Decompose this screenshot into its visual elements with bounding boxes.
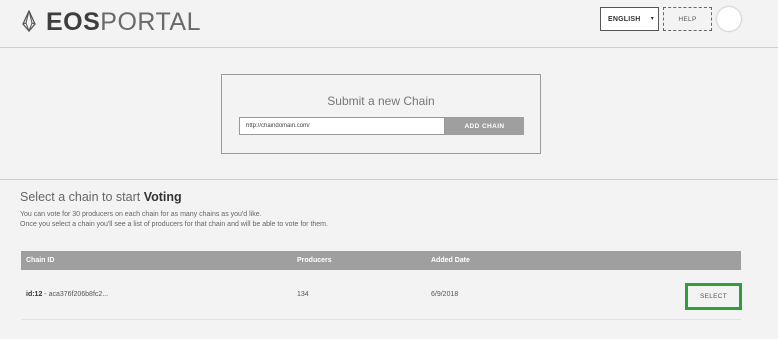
select-chain-heading-bold: Voting: [143, 190, 182, 204]
app-logo[interactable]: EOSPORTAL: [46, 8, 201, 36]
submit-chain-panel: Submit a new Chain ADD CHAIN: [221, 74, 541, 154]
added-date-cell: 6/9/2018: [431, 291, 459, 298]
producers-cell: 134: [297, 291, 309, 298]
select-chain-heading-text: Select a chain to start: [20, 190, 144, 204]
select-chain-description-2: Once you select a chain you'll see a lis…: [20, 221, 328, 228]
add-chain-button[interactable]: ADD CHAIN: [445, 117, 524, 135]
select-chain-description-1: You can vote for 30 producers on each ch…: [20, 211, 262, 218]
logo-text-bold: EOS: [46, 8, 101, 36]
chain-id-hash: - aca376f206b8fc2...: [42, 291, 109, 298]
avatar[interactable]: [717, 7, 741, 31]
chain-id-label: id:12: [26, 291, 43, 298]
table-row: id:12 - aca376f206b8fc2... 134 6/9/2018 …: [21, 270, 742, 320]
column-header-chain-id: Chain ID: [26, 257, 55, 264]
help-button[interactable]: HELP: [663, 7, 712, 31]
language-select-value: ENGLISH: [608, 15, 641, 23]
chain-url-input[interactable]: [239, 117, 445, 135]
column-header-added-date: Added Date: [431, 257, 470, 264]
select-chain-heading: Select a chain to start Voting: [20, 190, 182, 204]
select-chain-button[interactable]: SELECT: [685, 283, 742, 310]
column-header-producers: Producers: [297, 257, 332, 264]
language-select[interactable]: ENGLISH ▾: [600, 7, 659, 31]
chain-id-cell: id:12 - aca376f206b8fc2...: [26, 291, 108, 298]
top-header: EOSPORTAL ENGLISH ▾ HELP: [0, 0, 778, 48]
eos-logo-icon: [22, 10, 36, 32]
section-divider: [0, 179, 778, 180]
logo-text-thin: PORTAL: [100, 8, 202, 36]
submit-chain-title: Submit a new Chain: [327, 94, 435, 108]
chain-table-header: Chain ID Producers Added Date: [21, 251, 741, 270]
chevron-down-icon: ▾: [650, 16, 654, 22]
